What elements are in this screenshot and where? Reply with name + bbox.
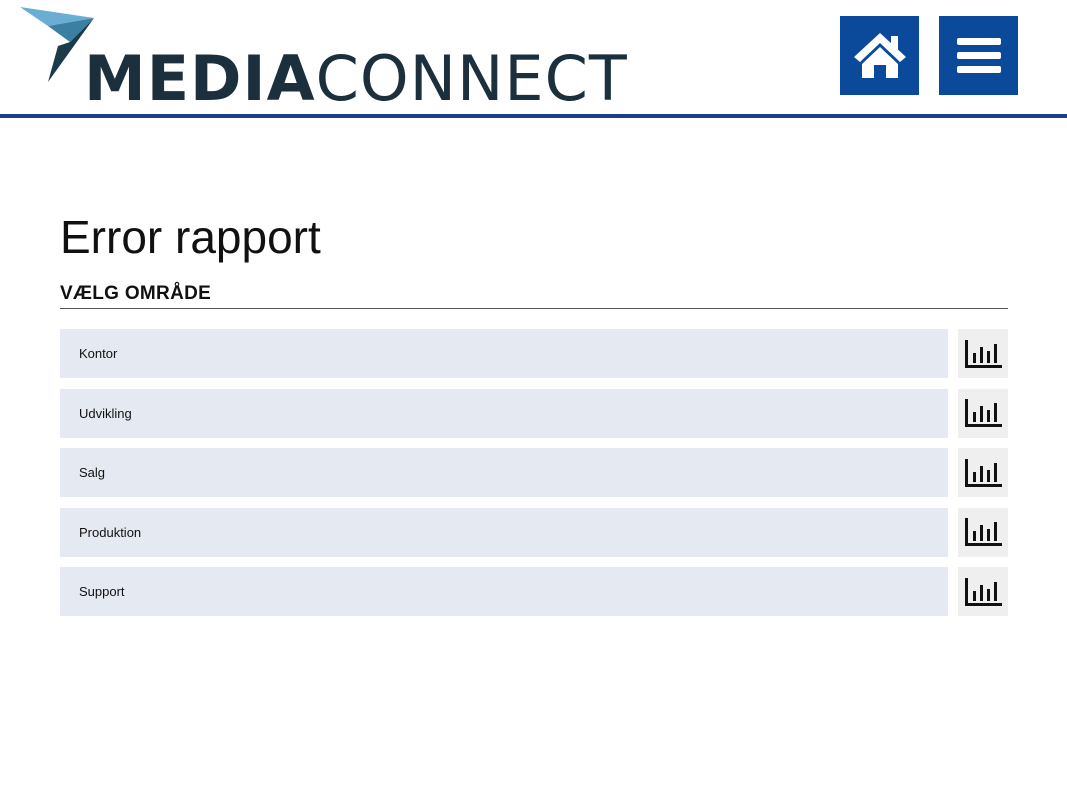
chart-button-kontor[interactable]	[958, 329, 1008, 378]
area-row-produktion: Produktion	[60, 507, 1008, 557]
area-row-support: Support	[60, 567, 1008, 616]
home-icon	[853, 32, 906, 78]
area-list: Kontor Udvikling Salg Produktion Support	[60, 329, 1008, 627]
page-title: Error rapport	[60, 211, 321, 263]
area-row-udvikling: Udvikling	[60, 388, 1008, 438]
home-button[interactable]	[840, 16, 919, 95]
area-item-produktion[interactable]: Produktion	[60, 507, 948, 557]
area-item-salg[interactable]: Salg	[60, 448, 948, 497]
section-divider	[60, 308, 1008, 309]
header: MEDIACONNECT	[0, 0, 1067, 118]
area-label: Support	[79, 584, 125, 599]
logo-text-bold: MEDIA	[84, 42, 316, 115]
hamburger-menu-icon	[956, 37, 1001, 73]
bar-chart-icon	[965, 339, 1002, 368]
bar-chart-icon	[965, 577, 1002, 606]
bar-chart-icon	[965, 458, 1002, 487]
area-label: Kontor	[79, 346, 118, 361]
logo-text-light: CONNECT	[315, 42, 628, 115]
area-label: Salg	[79, 465, 106, 480]
area-item-udvikling[interactable]: Udvikling	[60, 388, 948, 438]
chart-button-support[interactable]	[958, 567, 1008, 616]
area-row-kontor: Kontor	[60, 329, 1008, 378]
logo-text: MEDIACONNECT	[84, 48, 628, 110]
section-subtitle: VÆLG OMRÅDE	[60, 283, 212, 304]
bar-chart-icon	[965, 399, 1002, 427]
area-label: Udvikling	[79, 405, 132, 421]
area-row-salg: Salg	[60, 448, 1008, 497]
chart-button-produktion[interactable]	[958, 507, 1008, 557]
area-item-kontor[interactable]: Kontor	[60, 329, 948, 378]
area-item-support[interactable]: Support	[60, 567, 948, 616]
header-divider	[0, 114, 1067, 118]
menu-button[interactable]	[939, 16, 1018, 95]
chart-button-salg[interactable]	[958, 448, 1008, 497]
area-label: Produktion	[79, 524, 142, 540]
mediaconnect-logo[interactable]: MEDIACONNECT	[18, 6, 627, 110]
bar-chart-icon	[965, 518, 1002, 546]
chart-button-udvikling[interactable]	[958, 388, 1008, 438]
